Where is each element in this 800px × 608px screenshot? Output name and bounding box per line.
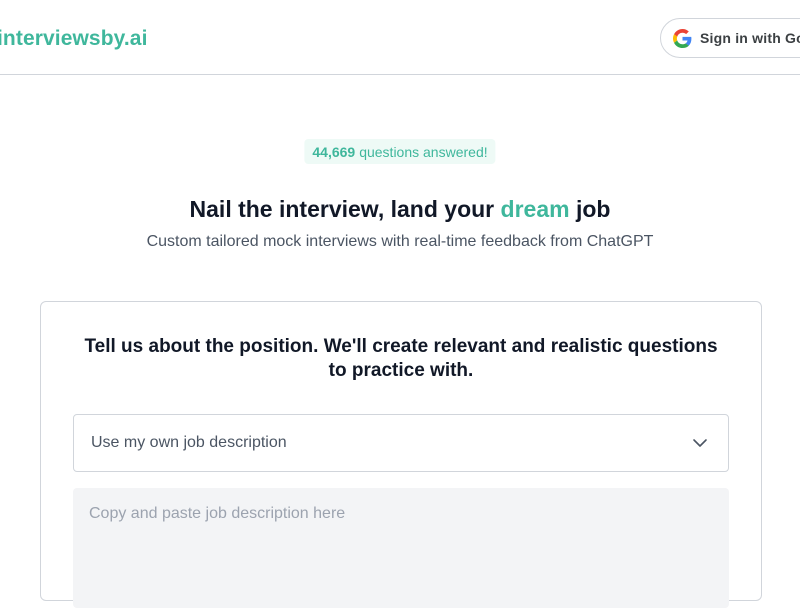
headline-accent: dream bbox=[500, 196, 570, 222]
select-value: Use my own job description bbox=[91, 434, 287, 451]
signin-label: Sign in with Google bbox=[700, 30, 800, 46]
chevron-down-icon bbox=[693, 439, 707, 447]
questions-count-label: questions answered! bbox=[359, 143, 488, 160]
site-logo[interactable]: interviewsby.ai bbox=[0, 27, 148, 51]
google-icon bbox=[673, 28, 692, 48]
form-title: Tell us about the position. We'll create… bbox=[84, 336, 718, 381]
questions-count: 44,669 bbox=[312, 143, 356, 160]
questions-answered-badge: 44,669 questions answered! bbox=[304, 139, 496, 164]
job-description-select[interactable]: Use my own job description bbox=[73, 414, 729, 472]
google-signin-button[interactable]: Sign in with Google bbox=[660, 18, 800, 58]
position-form-card: Tell us about the position. We'll create… bbox=[40, 301, 762, 608]
page-subtitle: Custom tailored mock interviews with rea… bbox=[146, 233, 654, 250]
headline-start: Nail the interview, land your bbox=[189, 196, 495, 222]
job-description-input[interactable] bbox=[73, 488, 729, 608]
headline-end: job bbox=[575, 196, 611, 222]
top-header: interviewsby.ai Sign in with Google bbox=[0, 0, 800, 75]
page-headline: Nail the interview, land your dream job bbox=[0, 196, 800, 223]
